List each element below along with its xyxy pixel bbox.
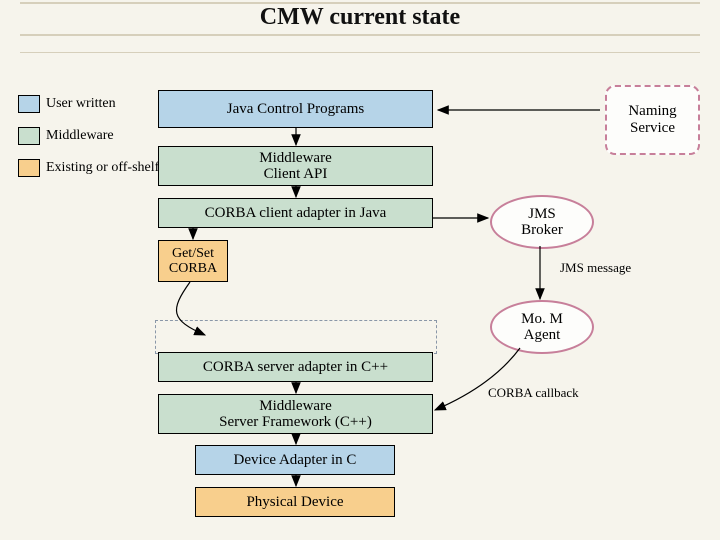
- box-corba-server-adapter: CORBA server adapter in C++: [158, 352, 433, 382]
- legend-middleware-label: Middleware: [46, 128, 114, 144]
- legend-user-label: User written: [46, 96, 116, 112]
- box-naming-service: Naming Service: [605, 85, 700, 155]
- swatch-offshelf: [18, 159, 40, 177]
- legend-offshelf-label: Existing or off-shelf: [46, 160, 159, 176]
- box-device-adapter: Device Adapter in C: [195, 445, 395, 475]
- legend-offshelf: Existing or off-shelf: [18, 159, 159, 177]
- ellipse-jms-broker: JMS Broker: [490, 195, 594, 249]
- legend: User written Middleware Existing or off-…: [18, 95, 159, 191]
- page-title: CMW current state: [0, 4, 720, 31]
- box-mw-server-fw: Middleware Server Framework (C++): [158, 394, 433, 434]
- rule-bottom: [20, 52, 700, 53]
- box-getset-corba: Get/Set CORBA: [158, 240, 228, 282]
- box-java-control: Java Control Programs: [158, 90, 433, 128]
- dashed-connector-box: [155, 320, 437, 354]
- legend-middleware: Middleware: [18, 127, 159, 145]
- swatch-user: [18, 95, 40, 113]
- label-jms-message: JMS message: [560, 260, 631, 276]
- ellipse-mom-agent: Mo. M Agent: [490, 300, 594, 354]
- box-corba-client-adapter: CORBA client adapter in Java: [158, 198, 433, 228]
- swatch-middleware: [18, 127, 40, 145]
- box-physical-device: Physical Device: [195, 487, 395, 517]
- box-mw-client-api: Middleware Client API: [158, 146, 433, 186]
- label-corba-callback: CORBA callback: [488, 385, 579, 401]
- rule-mid: [20, 34, 700, 36]
- legend-user: User written: [18, 95, 159, 113]
